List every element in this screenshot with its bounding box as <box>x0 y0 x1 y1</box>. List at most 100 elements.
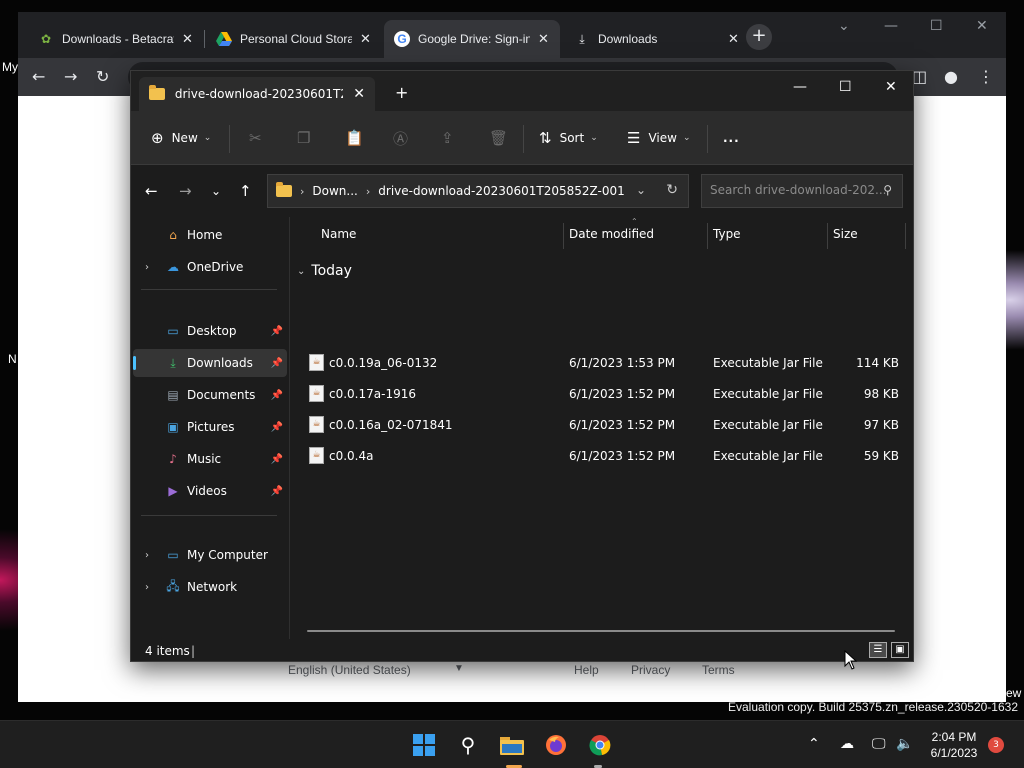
chevron-up-icon[interactable]: ⌃ <box>808 736 820 752</box>
volume-icon[interactable]: 🔈 <box>896 736 913 752</box>
rename-button[interactable]: Ⓐ <box>393 127 416 149</box>
table-row[interactable]: ☕ c0.0.4a 6/1/2023 1:52 PM Executable Ja… <box>301 441 907 471</box>
sidebar-item-network[interactable]: › 🖧 Network <box>133 573 287 601</box>
help-link[interactable]: Help <box>574 663 599 677</box>
pin-icon[interactable]: 📌 <box>271 422 283 433</box>
forward-arrow-icon[interactable]: → <box>64 67 77 86</box>
horizontal-scrollbar[interactable] <box>307 630 895 632</box>
network-icon[interactable]: 🖵 <box>872 736 886 752</box>
sidebar-item-onedrive[interactable]: › ☁ OneDrive <box>133 253 287 281</box>
close-icon[interactable]: ✕ <box>885 79 897 95</box>
firefox-icon[interactable] <box>542 731 570 759</box>
pin-icon[interactable]: 📌 <box>271 358 283 369</box>
table-row[interactable]: ☕ c0.0.17a-1916 6/1/2023 1:52 PM Executa… <box>301 379 907 409</box>
recent-locations-icon[interactable]: ⌄ <box>211 184 221 198</box>
breadcrumb-parent[interactable]: Down... <box>312 184 357 198</box>
column-header-type[interactable]: Type <box>713 227 741 241</box>
address-bar[interactable]: › Down... › drive-download-20230601T2058… <box>267 174 689 208</box>
close-icon[interactable]: ✕ <box>976 18 988 34</box>
group-header-today[interactable]: ⌄ Today <box>297 263 352 279</box>
close-icon[interactable]: ✕ <box>728 31 739 47</box>
privacy-link[interactable]: Privacy <box>631 663 670 677</box>
pin-icon[interactable]: 📌 <box>271 390 283 401</box>
menu-kebab-icon[interactable]: ⋮ <box>978 67 994 86</box>
up-arrow-icon[interactable]: ↑ <box>239 182 252 200</box>
copy-button[interactable]: ❐ <box>297 127 318 149</box>
terms-link[interactable]: Terms <box>702 663 735 677</box>
chrome-tab-google-signin[interactable]: G Google Drive: Sign-in ✕ <box>384 20 560 58</box>
close-icon[interactable]: ✕ <box>538 31 549 47</box>
file-type: Executable Jar File <box>713 356 823 370</box>
refresh-icon[interactable]: ↻ <box>666 182 678 198</box>
file-explorer-icon[interactable] <box>498 731 526 759</box>
cloud-offline-icon[interactable]: ☁ <box>840 736 854 752</box>
rename-icon: Ⓐ <box>393 129 409 148</box>
chrome-tab-betacraft[interactable]: ✿ Downloads - Betacraft ✕ <box>28 20 203 58</box>
chevron-right-icon[interactable]: › <box>145 550 149 561</box>
large-icons-view-icon[interactable]: ▣ <box>891 642 909 658</box>
profile-icon[interactable]: ● <box>944 67 958 86</box>
chrome-tab-downloads[interactable]: ⤓ Downloads ✕ <box>564 20 749 58</box>
sidebar-item-downloads[interactable]: ⤓ Downloads 📌 <box>133 349 287 377</box>
notification-badge[interactable]: 3 <box>988 737 1004 753</box>
minimize-icon[interactable]: — <box>793 79 807 95</box>
forward-arrow-icon[interactable]: → <box>179 182 192 200</box>
folder-icon <box>149 85 165 100</box>
sidebar-item-desktop[interactable]: ▭ Desktop 📌 <box>133 317 287 345</box>
delete-button[interactable]: 🗑 <box>489 127 516 149</box>
chevron-down-icon[interactable]: ▼ <box>454 663 464 674</box>
pin-icon[interactable]: 📌 <box>271 326 283 337</box>
column-header-date[interactable]: Date modified <box>569 227 654 241</box>
windows-start-icon[interactable] <box>410 731 438 759</box>
network-icon: 🖧 <box>166 578 180 593</box>
sidebar-item-videos[interactable]: ▶ Videos 📌 <box>133 477 287 505</box>
close-icon[interactable]: ✕ <box>353 86 365 102</box>
sidebar-item-home[interactable]: ⌂ Home <box>133 221 287 249</box>
back-arrow-icon[interactable]: ← <box>145 182 158 200</box>
sort-button[interactable]: ⇅ Sort ⌄ <box>539 127 598 149</box>
breadcrumb-current[interactable]: drive-download-20230601T205852Z-001 <box>378 184 625 198</box>
sidebar-item-pictures[interactable]: ▣ Pictures 📌 <box>133 413 287 441</box>
column-header-name[interactable]: Name <box>321 227 356 241</box>
file-date: 6/1/2023 1:53 PM <box>569 356 676 370</box>
chevron-right-icon[interactable]: › <box>145 262 149 273</box>
chrome-tab-drive[interactable]: Personal Cloud Storage ✕ <box>206 20 381 58</box>
share-button[interactable]: ⇪ <box>441 127 462 149</box>
view-button[interactable]: ☰ View ⌄ <box>627 127 690 149</box>
copy-icon: ❐ <box>297 129 311 147</box>
language-selector[interactable]: English (United States) <box>288 663 411 677</box>
chrome-icon[interactable] <box>586 731 614 759</box>
pane-divider[interactable] <box>289 217 290 639</box>
search-input[interactable]: Search drive-download-202... ⚲ <box>701 174 903 208</box>
new-button[interactable]: ⊕ New ⌄ <box>151 127 211 149</box>
details-view-icon[interactable]: ☰ <box>869 642 887 658</box>
close-icon[interactable]: ✕ <box>182 31 193 47</box>
more-options-button[interactable]: ... <box>723 127 740 149</box>
sidebar-item-documents[interactable]: ▤ Documents 📌 <box>133 381 287 409</box>
sidebar-item-my-computer[interactable]: › ▭ My Computer <box>133 541 287 569</box>
maximize-icon[interactable]: ☐ <box>839 79 852 95</box>
sidebar-item-music[interactable]: ♪ Music 📌 <box>133 445 287 473</box>
chevron-down-icon[interactable]: ⌄ <box>838 18 850 34</box>
maximize-icon[interactable]: ☐ <box>930 18 943 34</box>
desktop-icon: ▭ <box>167 324 179 338</box>
new-tab-button[interactable]: + <box>746 24 772 50</box>
new-tab-button[interactable]: + <box>395 83 408 102</box>
column-header-size[interactable]: Size <box>833 227 858 241</box>
back-arrow-icon[interactable]: ← <box>32 67 45 86</box>
system-clock[interactable]: 2:04 PM 6/1/2023 <box>924 729 984 761</box>
table-row[interactable]: ☕ c0.0.19a_06-0132 6/1/2023 1:53 PM Exec… <box>301 348 907 378</box>
table-row[interactable]: ☕ c0.0.16a_02-071841 6/1/2023 1:52 PM Ex… <box>301 410 907 440</box>
cut-button[interactable]: ✂ <box>249 127 270 149</box>
reload-icon[interactable]: ↻ <box>96 67 109 86</box>
close-icon[interactable]: ✕ <box>360 31 371 47</box>
explorer-tab[interactable]: drive-download-20230601T20 ✕ <box>139 77 375 111</box>
chevron-down-icon[interactable]: ⌄ <box>636 183 646 197</box>
search-icon[interactable]: ⚲ <box>454 731 482 759</box>
paste-button[interactable]: 📋 <box>345 127 372 149</box>
chevron-right-icon[interactable]: › <box>145 582 149 593</box>
minimize-icon[interactable]: — <box>884 18 898 34</box>
side-panel-icon[interactable]: ◫ <box>912 67 927 86</box>
pin-icon[interactable]: 📌 <box>271 486 283 497</box>
pin-icon[interactable]: 📌 <box>271 454 283 465</box>
